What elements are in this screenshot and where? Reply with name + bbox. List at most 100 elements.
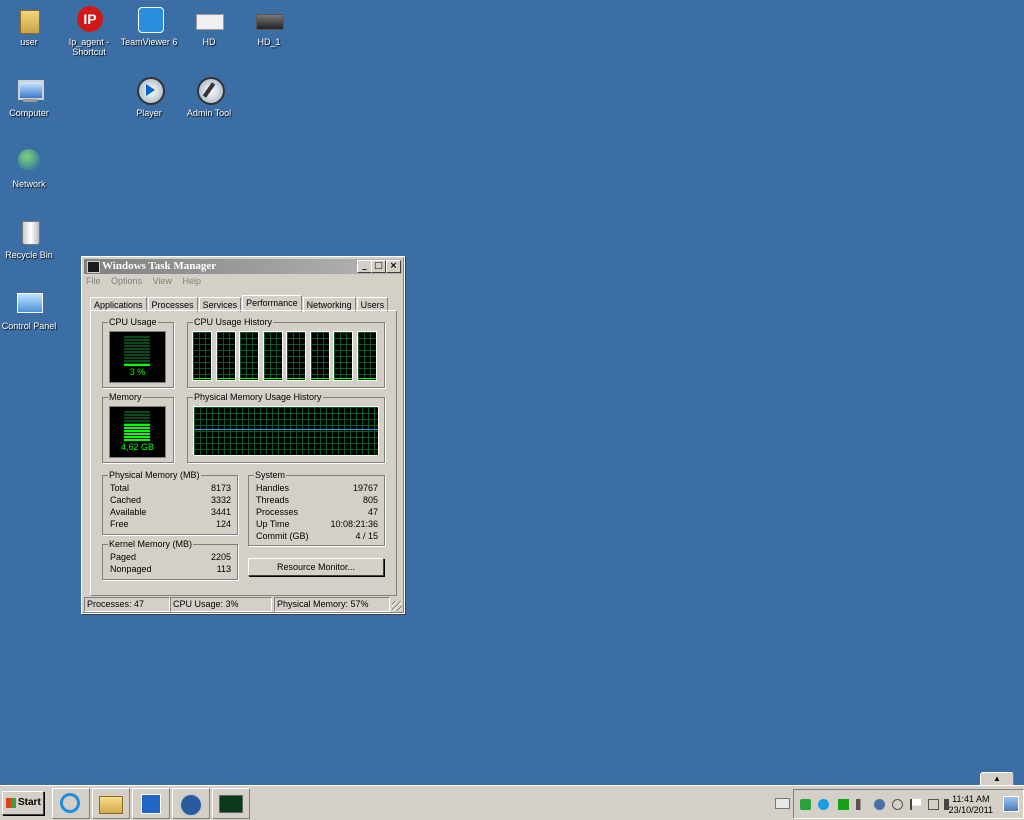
taskbar-explorer[interactable]	[92, 788, 130, 819]
menu-help[interactable]: Help	[182, 276, 201, 286]
resize-grip-icon[interactable]	[392, 601, 402, 611]
show-desktop-button[interactable]	[1003, 796, 1019, 812]
task-manager-window[interactable]: Windows Task Manager _ □ × File Options …	[81, 256, 405, 614]
menu-options[interactable]: Options	[111, 276, 142, 286]
status-processes: Processes: 47	[84, 597, 170, 612]
volume-icon[interactable]	[856, 799, 867, 810]
stat-value: 124	[215, 519, 231, 529]
stat-label: Total	[110, 483, 130, 493]
cpu-history-label: CPU Usage History	[193, 317, 274, 327]
stat-value: 3441	[210, 507, 231, 517]
cpu-usage-value: 3 %	[129, 367, 146, 377]
memory-history-line	[194, 429, 378, 430]
physical-memory-label: Physical Memory (MB)	[108, 470, 201, 480]
stat-value: 113	[216, 564, 231, 574]
kernel-memory-label: Kernel Memory (MB)	[108, 539, 194, 549]
stat-row: Handles 19767	[256, 483, 378, 494]
maximize-button[interactable]: □	[371, 260, 386, 273]
cpu-core-graph	[356, 331, 377, 381]
user-folder-icon	[15, 6, 43, 34]
cpu-core-graph	[239, 331, 259, 381]
network-icon[interactable]	[892, 799, 903, 810]
desktop-icon-ip-agent[interactable]: IP Ip_agent - Shortcut	[57, 6, 121, 57]
stat-row: Up Time 10:08:21:36	[256, 519, 378, 530]
taskbar-task-manager[interactable]	[212, 788, 250, 819]
menu-bar: File Options View Help	[86, 276, 209, 290]
start-button[interactable]: Start	[2, 791, 44, 815]
stat-row: Threads 805	[256, 495, 378, 506]
cpu-history-group: CPU Usage History	[187, 317, 385, 388]
stat-row: Processes 47	[256, 507, 378, 518]
status-green-icon[interactable]	[838, 799, 849, 810]
keyboard-icon[interactable]	[775, 798, 790, 809]
drive-icon	[255, 6, 284, 34]
system-label: System	[254, 470, 287, 480]
menu-view[interactable]: View	[153, 276, 172, 286]
desktop-icon-hd-1[interactable]: HD_1	[237, 6, 301, 47]
clock[interactable]: 11:41 AM 23/10/2011	[949, 794, 993, 816]
memory-history-group: Physical Memory Usage History	[187, 392, 385, 463]
desktop-icon-user[interactable]: user	[0, 6, 61, 47]
performance-panel: CPU Usage 3 % CPU Usage History Memory 4…	[90, 310, 397, 596]
desktop-icon-teamviewer[interactable]: TeamViewer 6	[117, 6, 181, 47]
cpu-core-graph	[262, 331, 283, 381]
internet-explorer-icon	[60, 793, 80, 813]
skype-icon[interactable]	[818, 799, 829, 810]
taskbar-teamviewer[interactable]	[172, 788, 210, 819]
stat-label: Free	[110, 519, 129, 529]
stat-value: 10:08:21:36	[330, 519, 378, 529]
kernel-memory-group: Kernel Memory (MB) Paged 2205 Nonpaged 113	[102, 539, 238, 580]
stat-value: 47	[367, 507, 378, 517]
menu-file[interactable]: File	[86, 276, 101, 286]
clock-time: 11:41 AM	[952, 794, 990, 804]
desktop-icon-hd[interactable]: HD	[177, 6, 241, 47]
desktop-icon-player[interactable]: Player	[117, 77, 181, 118]
desktop-icon-admin-tool[interactable]: Admin Tool	[177, 77, 241, 118]
cpu-core-line	[193, 378, 211, 379]
cpu-usage-meter: 3 %	[109, 331, 166, 383]
media-player-icon	[141, 794, 161, 814]
network-globe-icon	[15, 148, 43, 176]
stat-label: Available	[110, 507, 147, 517]
stat-value: 19767	[352, 483, 378, 493]
drive-icon	[195, 6, 224, 34]
stat-row: Cached 3332	[110, 495, 231, 506]
close-button[interactable]: ×	[386, 260, 401, 273]
memory-label: Memory	[108, 392, 143, 402]
desktop-icon-computer[interactable]: Computer	[0, 77, 61, 118]
stat-label: Handles	[256, 483, 290, 493]
recycle-bin-icon	[15, 219, 43, 247]
info-icon[interactable]	[874, 799, 885, 810]
cpu-core-graph	[215, 331, 236, 381]
action-center-flag-icon[interactable]	[910, 799, 921, 810]
monitor-icon[interactable]	[928, 799, 939, 810]
stat-row: Total 8173	[110, 483, 231, 494]
cpu-meter-fill	[124, 364, 150, 366]
memory-history-graph	[193, 406, 379, 456]
computer-icon	[15, 77, 44, 105]
teamviewer-icon	[135, 6, 164, 34]
cpu-core-line	[357, 378, 376, 379]
minimize-button[interactable]: _	[357, 260, 372, 273]
desktop-icon-control-panel[interactable]: Control Panel	[0, 290, 61, 331]
sync-icon[interactable]	[800, 799, 811, 810]
window-title: Windows Task Manager	[102, 260, 217, 272]
cpu-core-graph	[286, 331, 306, 381]
task-manager-app-icon	[87, 261, 100, 273]
explorer-folder-icon	[99, 796, 123, 814]
stat-row: Commit (GB) 4 / 15	[256, 531, 378, 542]
desktop-icon-network[interactable]: Network	[0, 148, 61, 189]
resource-monitor-button[interactable]: Resource Monitor...	[248, 558, 384, 576]
stat-value: 3332	[210, 495, 231, 505]
show-hidden-arrow[interactable]: ▲	[980, 772, 1014, 786]
stat-row: Available 3441	[110, 507, 231, 518]
cpu-usage-label: CPU Usage	[108, 317, 158, 327]
taskbar-internet-explorer[interactable]	[52, 788, 90, 819]
taskbar-media-player[interactable]	[132, 788, 170, 819]
stat-value: 805	[362, 495, 378, 505]
stat-label: Threads	[256, 495, 290, 505]
desktop-icon-recycle-bin[interactable]: Recycle Bin	[0, 219, 61, 260]
tab-strip: Applications Processes Services Performance…	[90, 295, 389, 312]
title-bar[interactable]: Windows Task Manager _ □ ×	[84, 259, 402, 274]
status-physical-memory: Physical Memory: 57%	[274, 597, 390, 612]
